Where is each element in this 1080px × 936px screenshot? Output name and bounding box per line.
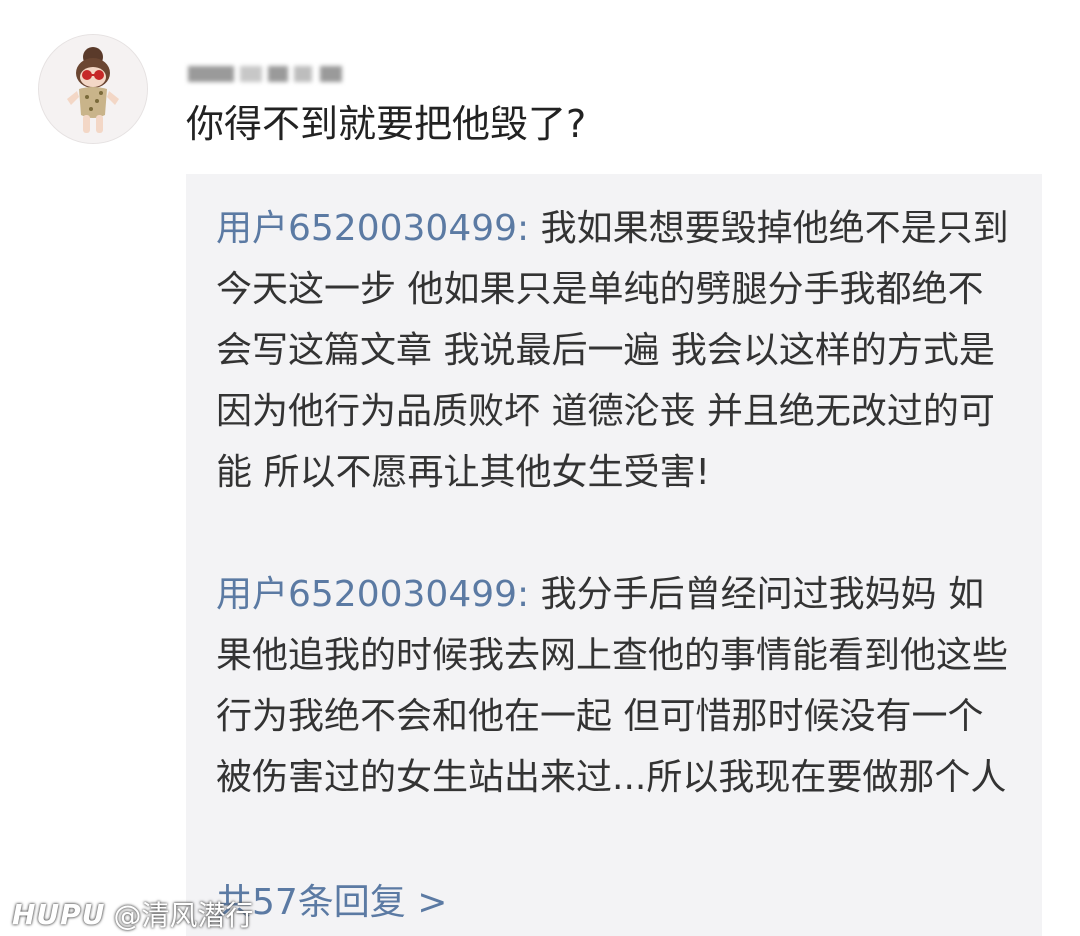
- reply-separator: :: [517, 574, 541, 615]
- watermark: HUPU @清风潜行: [12, 892, 253, 936]
- avatar[interactable]: [38, 34, 148, 144]
- reply-username-link[interactable]: 用户6520030499: [216, 208, 517, 249]
- comment-screen: 你得不到就要把他毁了? 用户6520030499: 我如果想要毁掉他绝不是只到今…: [0, 0, 1080, 936]
- reply-item: 用户6520030499: 我如果想要毁掉他绝不是只到今天这一步 他如果只是单纯…: [216, 198, 1016, 503]
- username-redacted: [188, 62, 358, 86]
- cartoon-girl-avatar-icon: [39, 35, 147, 143]
- reply-item: 用户6520030499: 我分手后曾经问过我妈妈 如果他追我的时候我去网上查他…: [216, 564, 1016, 808]
- reply-separator: :: [517, 208, 541, 249]
- comment-text: 你得不到就要把他毁了?: [186, 102, 587, 146]
- hupu-logo: HUPU: [12, 897, 106, 931]
- watermark-handle: @清风潜行: [113, 899, 254, 932]
- reply-text: 我如果想要毁掉他绝不是只到今天这一步 他如果只是单纯的劈腿分手我都绝不会写这篇文…: [216, 208, 1009, 493]
- reply-list: 用户6520030499: 我如果想要毁掉他绝不是只到今天这一步 他如果只是单纯…: [186, 174, 1042, 936]
- reply-username-link[interactable]: 用户6520030499: [216, 574, 517, 615]
